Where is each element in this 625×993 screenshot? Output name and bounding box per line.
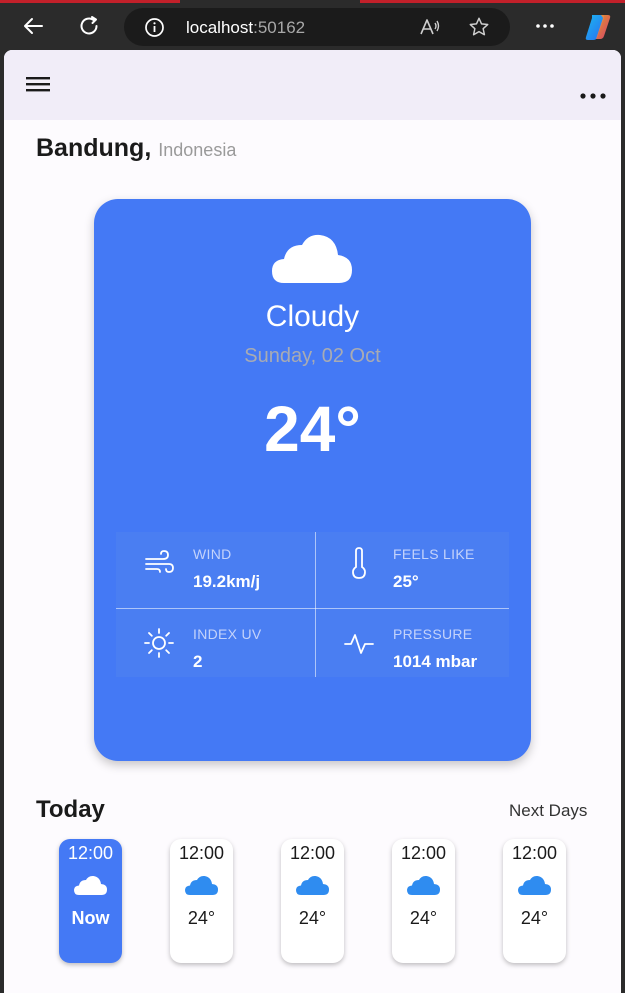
read-aloud-icon[interactable] bbox=[419, 17, 441, 37]
cloud-icon bbox=[296, 875, 329, 895]
hourly-item[interactable]: 12:00 24° bbox=[392, 839, 455, 963]
stat-feels-like: FEELS LIKE 25° bbox=[316, 532, 506, 592]
copilot-icon[interactable] bbox=[583, 12, 613, 42]
stat-value: 25° bbox=[393, 572, 419, 591]
refresh-button[interactable] bbox=[72, 9, 106, 43]
hourly-item[interactable]: 12:00 24° bbox=[281, 839, 344, 963]
hourly-item[interactable]: 12:00 24° bbox=[170, 839, 233, 963]
hour-time: 12:00 bbox=[178, 843, 225, 863]
sun-icon bbox=[144, 628, 174, 658]
url-port: :50162 bbox=[253, 18, 306, 37]
weather-date: Sunday, 02 Oct bbox=[244, 345, 381, 367]
stat-value: 19.2km/j bbox=[193, 572, 261, 591]
stat-label: PRESSURE bbox=[393, 626, 473, 642]
location-header: Bandung, Indonesia bbox=[36, 134, 236, 163]
stat-label: FEELS LIKE bbox=[393, 546, 475, 562]
hour-temp: 24° bbox=[409, 908, 438, 928]
weather-condition: Cloudy bbox=[265, 300, 360, 333]
hour-time: 12:00 bbox=[400, 843, 447, 863]
cloud-icon bbox=[272, 234, 352, 283]
stat-uv-index: INDEX UV 2 bbox=[116, 612, 306, 672]
today-heading: Today bbox=[36, 796, 105, 823]
site-info-icon bbox=[145, 18, 164, 37]
hourly-item[interactable]: 12:00 Now bbox=[59, 839, 122, 963]
hamburger-menu-icon[interactable] bbox=[26, 74, 50, 94]
back-arrow-icon bbox=[24, 18, 43, 34]
app-bar bbox=[4, 50, 621, 120]
address-bar[interactable]: localhost:50162 bbox=[124, 8, 510, 46]
cloud-icon bbox=[74, 875, 107, 895]
pulse-icon bbox=[344, 634, 374, 654]
country-name: Indonesia bbox=[158, 140, 237, 160]
stat-value: 1014 mbar bbox=[393, 652, 478, 671]
stat-label: WIND bbox=[193, 546, 232, 562]
favorite-star-icon[interactable] bbox=[468, 16, 490, 38]
hour-temp: 24° bbox=[520, 908, 549, 928]
more-horizontal-icon bbox=[536, 24, 554, 28]
hour-time: 12:00 bbox=[511, 843, 558, 863]
wind-icon bbox=[145, 550, 174, 573]
hour-temp: 24° bbox=[298, 908, 327, 928]
url-text: localhost:50162 bbox=[186, 18, 305, 38]
current-weather-card: Cloudy Sunday, 02 Oct 24° WIND 19.2km/j … bbox=[94, 199, 531, 761]
cloud-icon bbox=[185, 875, 218, 895]
stat-wind: WIND 19.2km/j bbox=[116, 532, 306, 592]
current-temperature: 24° bbox=[264, 393, 361, 465]
refresh-icon bbox=[80, 16, 98, 35]
next-days-link[interactable]: Next Days bbox=[509, 801, 587, 821]
hour-temp: 24° bbox=[187, 908, 216, 928]
stat-label: INDEX UV bbox=[193, 626, 262, 642]
hour-temp: Now bbox=[71, 908, 110, 928]
back-button[interactable] bbox=[16, 9, 50, 43]
more-options-icon[interactable] bbox=[578, 90, 608, 102]
cloud-icon bbox=[407, 875, 440, 895]
cloud-icon bbox=[518, 875, 551, 895]
app-page: Bandung, Indonesia Cloudy Sunday, 02 Oct… bbox=[4, 50, 621, 993]
stat-pressure: PRESSURE 1014 mbar bbox=[316, 612, 506, 672]
hourly-item[interactable]: 12:00 24° bbox=[503, 839, 566, 963]
hour-time: 12:00 bbox=[289, 843, 336, 863]
browser-more-button[interactable] bbox=[528, 9, 562, 43]
stat-value: 2 bbox=[193, 652, 203, 671]
city-name: Bandung, bbox=[36, 134, 152, 162]
url-host: localhost bbox=[186, 18, 254, 37]
weather-stats-grid: WIND 19.2km/j FEELS LIKE 25° INDEX UV 2 … bbox=[116, 532, 509, 677]
hour-time: 12:00 bbox=[67, 843, 114, 863]
browser-toolbar: localhost:50162 bbox=[0, 3, 625, 50]
thermometer-icon bbox=[352, 547, 366, 579]
stats-divider-horizontal bbox=[116, 608, 509, 609]
